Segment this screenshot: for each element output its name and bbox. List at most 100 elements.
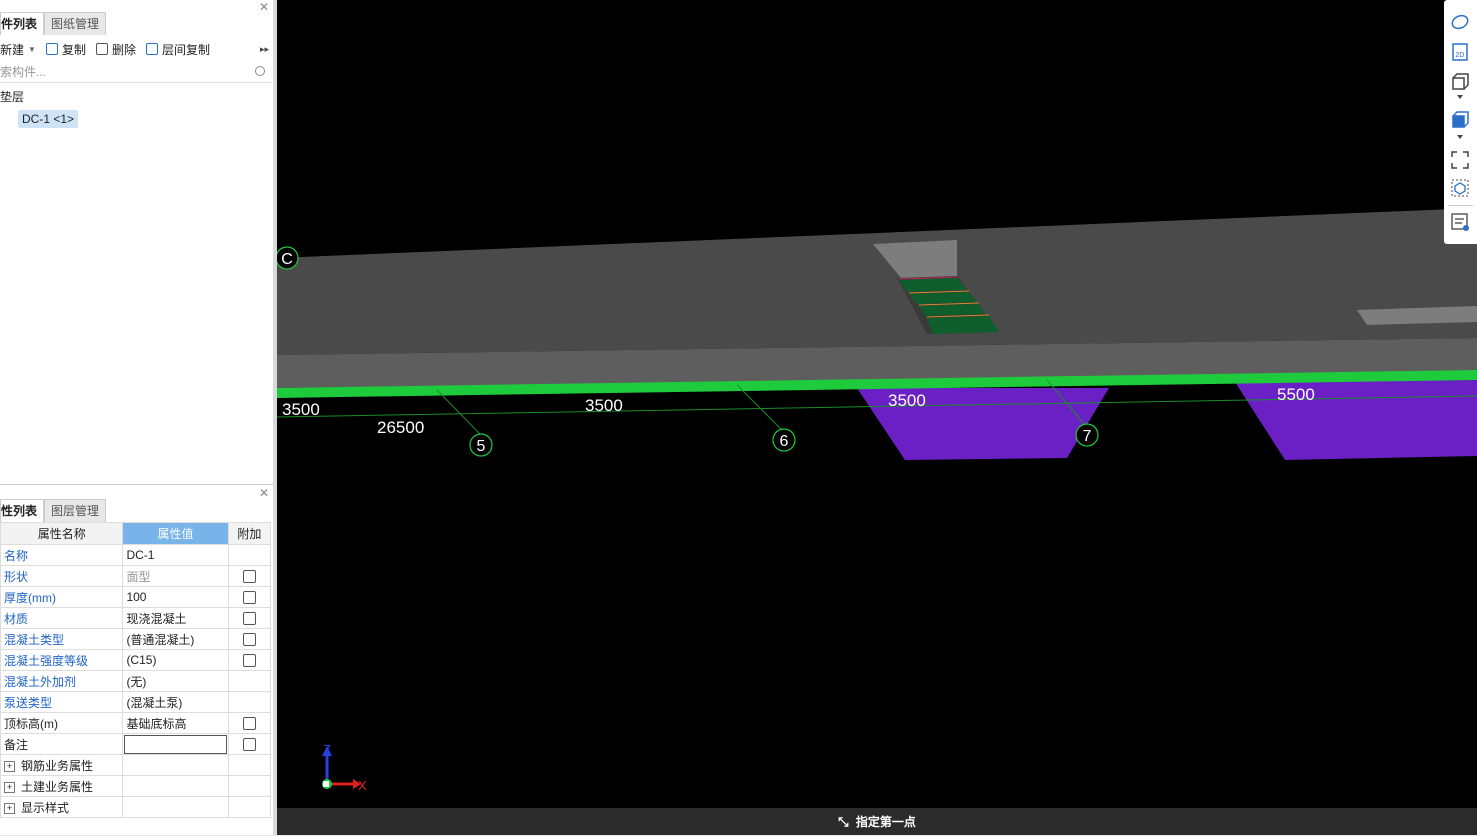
extra-checkbox[interactable] bbox=[242, 738, 256, 752]
tree-item-dc1[interactable]: DC-1 <1> bbox=[18, 110, 79, 128]
fullscreen-icon[interactable] bbox=[1450, 150, 1470, 170]
chevron-down-icon[interactable] bbox=[1450, 92, 1470, 102]
table-row[interactable]: 混凝土类型 (普通混凝土) bbox=[0, 628, 272, 650]
expand-icon[interactable]: + bbox=[4, 760, 15, 772]
view-toolbar: 2D bbox=[1444, 0, 1477, 244]
stair-step bbox=[927, 316, 999, 334]
delete-label: 删除 bbox=[111, 42, 136, 57]
3d-box-filled-icon[interactable] bbox=[1450, 110, 1470, 130]
table-row[interactable]: 混凝土强度等级 (C15) bbox=[0, 649, 272, 671]
tab-drawing-management[interactable]: 图纸管理 bbox=[44, 12, 107, 35]
x-axis-label: X bbox=[358, 778, 367, 793]
extra-checkbox[interactable] bbox=[242, 717, 256, 731]
tab-layer-management[interactable]: 图层管理 bbox=[44, 499, 107, 522]
table-row[interactable]: 形状 面型 bbox=[0, 565, 272, 587]
property-value[interactable]: 面型 bbox=[122, 565, 229, 587]
orbit-icon[interactable] bbox=[1450, 12, 1470, 32]
extra-checkbox-cell bbox=[227, 712, 272, 734]
property-value[interactable]: 100 bbox=[122, 586, 229, 608]
property-value[interactable]: 现浇混凝土 bbox=[122, 607, 229, 629]
layer-display-icon[interactable] bbox=[1450, 212, 1470, 232]
trash-icon bbox=[95, 43, 108, 55]
group-label: 显示样式 bbox=[21, 800, 70, 815]
expand-icon[interactable]: + bbox=[4, 802, 15, 814]
empty-cell bbox=[122, 796, 229, 818]
table-row[interactable]: 混凝土外加剂 (无) bbox=[0, 670, 272, 692]
dimension-label: 26500 bbox=[377, 418, 424, 437]
extra-checkbox[interactable] bbox=[242, 570, 256, 584]
group-rebar[interactable]: + 钢筋业务属性 bbox=[0, 754, 124, 776]
header-property-name: 属性名称 bbox=[0, 522, 124, 545]
toolbar-separator bbox=[1448, 205, 1473, 206]
property-tabs: 性列表 图层管理 bbox=[0, 499, 107, 522]
table-row[interactable]: 顶标高(m) 基础底标高 bbox=[0, 712, 272, 734]
expand-icon[interactable]: + bbox=[4, 781, 15, 793]
extra-checkbox-cell bbox=[227, 628, 272, 650]
axis-marker-6[interactable]: 6 bbox=[772, 428, 796, 452]
more-icon[interactable]: ▸▸ bbox=[260, 44, 269, 55]
property-value[interactable]: (普通混凝土) bbox=[122, 628, 229, 650]
shrink-icon: ⤡ bbox=[838, 814, 849, 829]
extra-checkbox[interactable] bbox=[242, 612, 256, 626]
floor-copy-icon bbox=[145, 43, 158, 55]
tab-property-list[interactable]: 性列表 bbox=[0, 499, 45, 522]
group-civil[interactable]: + 土建业务属性 bbox=[0, 775, 124, 797]
new-button[interactable]: 新建 ▼ bbox=[0, 41, 36, 58]
axis-label: 6 bbox=[780, 433, 789, 450]
search-icon bbox=[255, 66, 265, 76]
chevron-down-icon[interactable] bbox=[1450, 132, 1470, 142]
axis-leader bbox=[736, 384, 783, 431]
extra-cell bbox=[227, 691, 272, 713]
extra-checkbox[interactable] bbox=[242, 591, 256, 605]
property-value[interactable]: (C15) bbox=[122, 649, 229, 671]
extra-cell bbox=[227, 544, 272, 566]
axis-marker-5[interactable]: 5 bbox=[469, 433, 493, 457]
group-row[interactable]: + 显示样式 bbox=[0, 796, 272, 818]
group-display[interactable]: + 显示样式 bbox=[0, 796, 124, 818]
remark-input[interactable] bbox=[122, 733, 229, 755]
property-name: 形状 bbox=[0, 565, 124, 587]
property-name: 混凝土强度等级 bbox=[0, 649, 124, 671]
2d-view-icon[interactable]: 2D bbox=[1450, 42, 1470, 62]
3d-box-icon[interactable] bbox=[1450, 72, 1470, 92]
copy-button[interactable]: 复制 bbox=[45, 41, 86, 58]
extra-cell bbox=[227, 670, 272, 692]
property-value[interactable]: (无) bbox=[122, 670, 229, 692]
group-row[interactable]: + 钢筋业务属性 bbox=[0, 754, 272, 776]
floor-copy-button[interactable]: 层间复制 bbox=[145, 41, 210, 58]
close-icon[interactable]: ✕ bbox=[259, 0, 269, 14]
tab-component-list[interactable]: 件列表 bbox=[0, 12, 45, 35]
extra-checkbox[interactable] bbox=[242, 654, 256, 668]
delete-button[interactable]: 删除 bbox=[95, 41, 136, 58]
extra-checkbox[interactable] bbox=[242, 633, 256, 647]
property-value[interactable]: DC-1 bbox=[122, 544, 229, 566]
extra-checkbox-cell bbox=[227, 565, 272, 587]
axis-label: 7 bbox=[1083, 428, 1092, 445]
copy-icon bbox=[45, 43, 58, 55]
z-axis-label: Z bbox=[323, 742, 331, 757]
svg-text:2D: 2D bbox=[1456, 52, 1465, 59]
group-row[interactable]: + 土建业务属性 bbox=[0, 775, 272, 797]
header-property-value: 属性值 bbox=[122, 522, 229, 545]
axis-marker-7[interactable]: 7 bbox=[1075, 423, 1099, 447]
component-search-input[interactable]: 索构件... bbox=[0, 62, 271, 83]
axis-marker-c[interactable]: C bbox=[277, 246, 299, 270]
axis-label: 5 bbox=[477, 438, 486, 455]
cube-view-icon[interactable] bbox=[1450, 178, 1470, 198]
property-list-panel: ✕ 性列表 图层管理 属性名称 属性值 附加 名称 DC-1 形状 面型 厚度(… bbox=[0, 486, 273, 835]
axis-gizmo: Z X bbox=[322, 742, 367, 793]
left-panels: ✕ 件列表 图纸管理 新建 ▼ 复制 删除 层间复制 ▸▸ 索构件... 垫层 … bbox=[0, 0, 273, 835]
property-value[interactable]: 基础底标高 bbox=[122, 712, 229, 734]
table-row[interactable]: 备注 bbox=[0, 733, 272, 755]
property-value[interactable]: (混凝土泵) bbox=[122, 691, 229, 713]
status-bar: ⤡ 指定第一点 bbox=[277, 808, 1477, 835]
table-row[interactable]: 材质 现浇混凝土 bbox=[0, 607, 272, 629]
3d-viewport[interactable]: 5 6 7 C 3500 26500 3500 3500 5500 Z X 2D bbox=[277, 0, 1477, 808]
slab-top[interactable] bbox=[277, 208, 1477, 355]
close-icon[interactable]: ✕ bbox=[259, 486, 269, 500]
table-row[interactable]: 泵送类型 (混凝土泵) bbox=[0, 691, 272, 713]
tree-group-cushion[interactable]: 垫层 bbox=[0, 88, 24, 105]
footing[interactable] bbox=[1235, 380, 1477, 460]
table-row[interactable]: 名称 DC-1 bbox=[0, 544, 272, 566]
table-row[interactable]: 厚度(mm) 100 bbox=[0, 586, 272, 608]
